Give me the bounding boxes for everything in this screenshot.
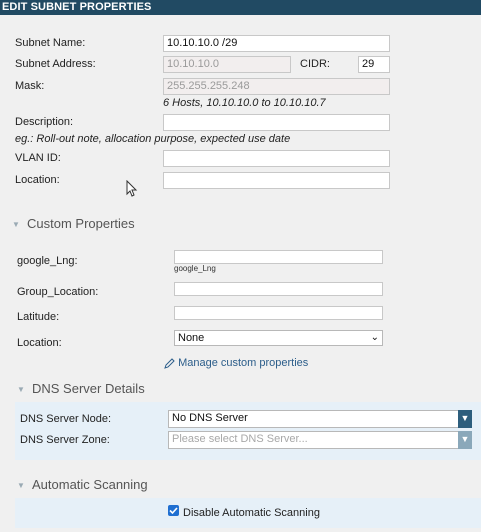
mask-label: Mask: [15,80,45,92]
dns-server-details-header[interactable]: DNS Server Details [32,381,145,397]
checkmark-icon [169,507,178,515]
manage-custom-properties-label: Manage custom properties [178,357,309,369]
collapse-custom-icon[interactable]: ▼ [12,220,20,229]
location-label: Location: [15,174,60,186]
dns-node-selected: No DNS Server [172,412,248,424]
dns-node-label: DNS Server Node: [20,413,112,425]
group-location-label: Group_Location: [17,286,99,298]
mouse-cursor-icon [126,180,138,197]
dns-node-dropdown-button[interactable]: ▼ [458,410,472,428]
mask-input: 255.255.255.248 [163,78,390,95]
chevron-down-icon: ⌄ [370,332,379,343]
google-lng-hint: google_Lng [174,264,216,273]
hosts-note: 6 Hosts, 10.10.10.0 to 10.10.10.7 [163,97,326,109]
collapse-scanning-icon[interactable]: ▼ [17,481,25,490]
custom-location-label: Location: [17,337,62,349]
latitude-input[interactable] [174,306,383,320]
custom-location-select[interactable]: None ⌄ [174,330,383,346]
custom-location-selected: None [178,332,205,344]
cidr-label: CIDR: [300,58,330,70]
cidr-input[interactable]: 29 [358,56,390,73]
dns-zone-placeholder: Please select DNS Server... [172,433,308,445]
manage-custom-properties-link[interactable]: Manage custom properties [164,357,308,369]
vlan-label: VLAN ID: [15,152,61,164]
disable-scanning-label: Disable Automatic Scanning [183,507,320,519]
automatic-scanning-header[interactable]: Automatic Scanning [32,477,148,493]
dns-zone-label: DNS Server Zone: [20,434,110,446]
latitude-label: Latitude: [17,311,60,323]
dns-node-select[interactable]: No DNS Server [168,410,459,428]
vlan-input[interactable] [163,150,390,167]
chevron-down-icon: ▼ [460,413,470,423]
dns-zone-select[interactable]: Please select DNS Server... [168,431,459,449]
dialog-title: EDIT SUBNET PROPERTIES [0,0,481,15]
collapse-dns-icon[interactable]: ▼ [17,385,25,394]
location-input[interactable] [163,172,390,189]
subnet-name-label: Subnet Name: [15,37,86,49]
chevron-down-icon: ▼ [460,434,470,444]
custom-properties-header[interactable]: Custom Properties [27,216,135,232]
subnet-name-input[interactable]: 10.10.10.0 /29 [163,35,390,52]
description-label: Description: [15,116,74,128]
pencil-icon [164,357,175,369]
subnet-address-input: 10.10.10.0 [163,56,291,73]
subnet-address-label: Subnet Address: [15,58,96,70]
dns-zone-dropdown-button[interactable]: ▼ [458,431,472,449]
description-input[interactable] [163,114,390,131]
google-lng-input[interactable] [174,250,383,264]
group-location-input[interactable] [174,282,383,296]
description-hint: eg.: Roll-out note, allocation purpose, … [15,133,291,145]
google-lng-label: google_Lng: [17,255,78,267]
disable-scanning-checkbox[interactable] [168,505,179,516]
